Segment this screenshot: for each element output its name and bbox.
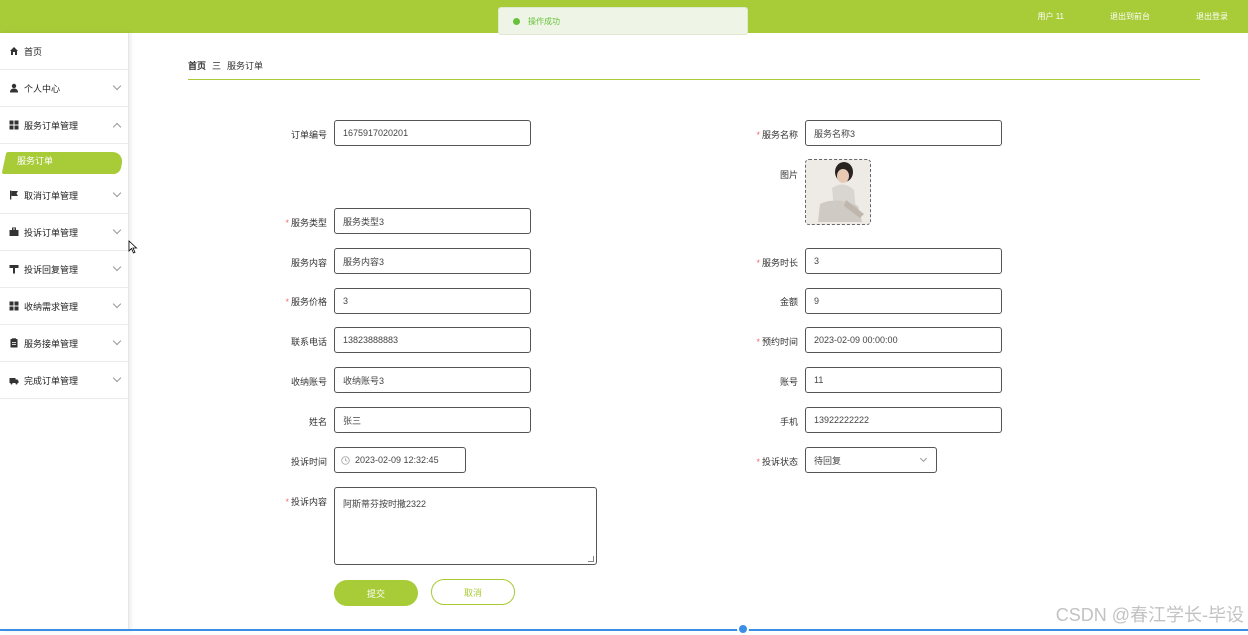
booking-time-input[interactable]: 2023-02-09 00:00:00 xyxy=(805,327,1002,353)
service-content-input[interactable]: 服务内容3 xyxy=(334,248,531,274)
logout-link[interactable]: 退出登录 xyxy=(1196,11,1228,22)
breadcrumb-separator: 三 xyxy=(212,59,221,72)
complaint-content-textarea[interactable]: 阿斯蒂芬按时撒2322 xyxy=(334,487,597,565)
image-label: 图片 xyxy=(718,168,798,181)
success-icon xyxy=(513,18,520,25)
account-label: 账号 xyxy=(718,375,798,388)
mobile-label: 手机 xyxy=(718,415,798,428)
service-price-input[interactable]: 3 xyxy=(334,288,531,314)
sidebar: 首页 个人中心 服务订单管理 服务订单 取消订单管理 投诉订单管理 xyxy=(0,33,129,631)
chevron-down-icon xyxy=(920,455,927,462)
sidebar-item-label: 服务接单管理 xyxy=(24,337,78,350)
name-input[interactable]: 张三 xyxy=(334,407,531,433)
service-photo xyxy=(806,160,871,225)
sidebar-item-label: 取消订单管理 xyxy=(24,189,78,202)
amount-input[interactable]: 9 xyxy=(805,288,1002,314)
complaint-status-select[interactable]: 待回复 xyxy=(805,447,937,473)
sidebar-item-profile[interactable]: 个人中心 xyxy=(0,70,128,107)
sidebar-item-label: 服务订单管理 xyxy=(24,119,78,132)
amount-label: 金额 xyxy=(718,295,798,308)
grid-icon xyxy=(9,301,19,311)
complaint-time-label: 投诉时间 xyxy=(247,455,327,468)
order-no-label: 订单编号 xyxy=(247,128,327,141)
complaint-status-value: 待回复 xyxy=(814,454,841,467)
home-icon xyxy=(9,46,19,56)
submit-button[interactable]: 提交 xyxy=(334,580,418,606)
complaint-time-picker[interactable]: 2023-02-09 12:32:45 xyxy=(334,447,466,473)
chevron-down-icon xyxy=(113,300,121,308)
service-price-label: *服务价格 xyxy=(247,295,327,308)
sidebar-item-label: 收纳需求管理 xyxy=(24,300,78,313)
account-input[interactable]: 11 xyxy=(805,367,1002,393)
chevron-down-icon xyxy=(113,226,121,234)
clock-icon xyxy=(341,456,350,465)
chevron-down-icon xyxy=(113,189,121,197)
header-links: 用户 11 退出到前台 退出登录 xyxy=(991,0,1228,33)
back-to-front-link[interactable]: 退出到前台 xyxy=(1110,11,1150,22)
sidebar-item-label: 投诉回复管理 xyxy=(24,263,78,276)
sidebar-item-label: 个人中心 xyxy=(24,82,60,95)
clipboard-icon xyxy=(9,338,19,348)
breadcrumb-current: 服务订单 xyxy=(227,59,263,72)
service-name-label: *服务名称 xyxy=(718,128,798,141)
storage-account-label: 收纳账号 xyxy=(247,375,327,388)
sidebar-item-label: 投诉订单管理 xyxy=(24,226,78,239)
chevron-up-icon xyxy=(113,123,121,131)
sidebar-item-cancel-order-mgmt[interactable]: 取消订单管理 xyxy=(0,177,128,214)
user-label: 用户 11 xyxy=(1037,11,1064,22)
bottom-handle[interactable] xyxy=(737,623,749,635)
sidebar-item-label: 完成订单管理 xyxy=(24,374,78,387)
success-toast: 操作成功 xyxy=(498,7,748,35)
funnel-icon xyxy=(9,264,19,274)
complaint-content-value: 阿斯蒂芬按时撒2322 xyxy=(343,499,426,509)
service-content-label: 服务内容 xyxy=(247,256,327,269)
sidebar-item-home[interactable]: 首页 xyxy=(0,33,128,70)
grid-icon xyxy=(9,120,19,130)
service-type-input[interactable]: 服务类型3 xyxy=(334,208,531,234)
watermark: CSDN @春江学长-毕设 xyxy=(1056,601,1244,627)
main-content: 首页 三 服务订单 订单编号 1675917020201 *服务类型 服务类型3… xyxy=(130,33,1248,631)
breadcrumb: 首页 三 服务订单 xyxy=(188,59,263,72)
service-image[interactable] xyxy=(805,159,871,225)
briefcase-icon xyxy=(9,227,19,237)
complaint-status-label: *投诉状态 xyxy=(718,455,798,468)
service-duration-label: *服务时长 xyxy=(718,256,798,269)
storage-account-input[interactable]: 收纳账号3 xyxy=(334,367,531,393)
sidebar-item-complaint-reply-mgmt[interactable]: 投诉回复管理 xyxy=(0,251,128,288)
sidebar-item-service-accept-mgmt[interactable]: 服务接单管理 xyxy=(0,325,128,362)
service-type-label: *服务类型 xyxy=(247,216,327,229)
complaint-time-value: 2023-02-09 12:32:45 xyxy=(355,455,439,465)
chevron-down-icon xyxy=(113,374,121,382)
booking-time-label: *预约时间 xyxy=(718,335,798,348)
mobile-input[interactable]: 13922222222 xyxy=(805,407,1002,433)
user-icon xyxy=(9,83,19,93)
breadcrumb-divider xyxy=(188,79,1200,80)
name-label: 姓名 xyxy=(247,415,327,428)
sidebar-item-storage-demand-mgmt[interactable]: 收纳需求管理 xyxy=(0,288,128,325)
phone-input[interactable]: 13823888883 xyxy=(334,327,531,353)
sidebar-subitem-service-order[interactable]: 服务订单 xyxy=(0,144,128,177)
cancel-button[interactable]: 取消 xyxy=(431,579,515,605)
resize-handle-icon[interactable] xyxy=(588,556,594,562)
truck-icon xyxy=(9,375,19,385)
chevron-down-icon xyxy=(113,263,121,271)
sidebar-item-service-order-mgmt[interactable]: 服务订单管理 xyxy=(0,107,128,144)
order-no-input[interactable]: 1675917020201 xyxy=(334,120,531,146)
sidebar-item-label: 服务订单 xyxy=(17,154,53,167)
sidebar-item-complaint-order-mgmt[interactable]: 投诉订单管理 xyxy=(0,214,128,251)
toast-message: 操作成功 xyxy=(528,16,560,27)
flag-icon xyxy=(9,190,19,200)
chevron-down-icon xyxy=(113,337,121,345)
sidebar-item-completed-order-mgmt[interactable]: 完成订单管理 xyxy=(0,362,128,399)
service-duration-input[interactable]: 3 xyxy=(805,248,1002,274)
complaint-content-label: *投诉内容 xyxy=(247,495,327,508)
breadcrumb-home[interactable]: 首页 xyxy=(188,59,206,72)
sidebar-item-label: 首页 xyxy=(24,45,42,58)
mouse-cursor-icon xyxy=(128,240,138,254)
phone-label: 联系电话 xyxy=(247,335,327,348)
service-name-input[interactable]: 服务名称3 xyxy=(805,120,1002,146)
chevron-down-icon xyxy=(113,82,121,90)
